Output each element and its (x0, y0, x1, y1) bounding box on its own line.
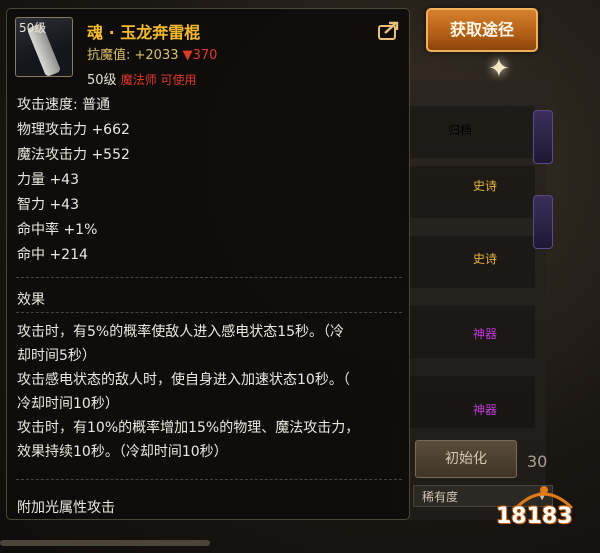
site-logo: 18183 (496, 480, 592, 540)
stat-line: 攻击速度: 普通 (17, 97, 111, 113)
item-name: 魂 · 玉龙奔雷棍 (87, 23, 201, 42)
background-item-slot[interactable] (533, 110, 553, 164)
divider (16, 312, 402, 313)
stat-line: 魔法攻击力 +552 (17, 147, 130, 163)
divider (16, 277, 402, 278)
background-tag: 神器 (473, 403, 498, 417)
resist-label: 抗魔值: +2033 (87, 48, 179, 63)
item-tooltip: 50级 魂 · 玉龙奔雷棍 抗魔值: +2033 ▼370 50级 魔法师 可使… (6, 8, 410, 520)
item-level-badge: 50级 (19, 21, 47, 35)
background-tag: 神器 (473, 327, 498, 341)
effect-text: 攻击时，有5%的概率使敌人进入感电状态15秒。（冷 却时间5秒） 攻击感电状态的… (17, 320, 397, 464)
sparkle-icon: ✦ (488, 54, 510, 84)
effect-line: 攻击时，有10%的概率增加15%的物理、魔法攻击力， (17, 420, 360, 436)
effect-line: 攻击时，有5%的概率使敌人进入感电状态15秒。（冷 (17, 324, 345, 340)
horizontal-scrollbar[interactable] (0, 540, 210, 546)
effect-line: 效果持续10秒。（冷却时间10秒） (17, 444, 228, 460)
effect-title: 效果 (17, 292, 45, 308)
logo-text: 18183 (496, 504, 573, 529)
background-item-slot[interactable] (533, 195, 553, 249)
effect-line: 冷却时间10秒） (17, 396, 119, 412)
stat-list: 攻击速度: 普通 物理攻击力 +662 魔法攻击力 +552 力量 +43 智力… (17, 93, 130, 268)
requirement: 50级 魔法师 可使用 (87, 69, 197, 88)
stat-line: 智力 +43 (17, 197, 79, 213)
stat-line: 力量 +43 (17, 172, 79, 188)
effect-line: 却时间5秒） (17, 348, 96, 364)
background-row (395, 165, 535, 218)
background-tag: 史诗 (473, 252, 498, 266)
stat-line: 命中 +214 (17, 247, 88, 263)
item-icon: 50级 (15, 17, 73, 77)
resist-down: ▼370 (182, 48, 218, 63)
level-requirement: 50级 (87, 73, 117, 88)
divider (16, 479, 402, 480)
stat-line: 物理攻击力 +662 (17, 122, 130, 138)
effect-line: 攻击感电状态的敌人时，使自身进入加速状态10秒。（ (17, 372, 350, 388)
acquire-source-button[interactable]: 获取途径 (426, 8, 538, 52)
resist-value: 抗魔值: +2033 ▼370 (87, 44, 217, 63)
background-row (395, 305, 535, 358)
background-number: 30 (527, 452, 548, 471)
background-row (395, 375, 535, 428)
background-row (395, 235, 535, 288)
extra-attribute: 附加光属性攻击 (17, 500, 115, 516)
class-requirement: 魔法师 可使用 (120, 73, 197, 87)
stat-line: 命中率 +1% (17, 222, 98, 238)
rarity-label: 稀有度 (422, 490, 459, 504)
share-icon[interactable] (377, 21, 399, 41)
background-tag: 归档 (448, 123, 473, 137)
initialize-button[interactable]: 初始化 (415, 440, 517, 478)
background-tag: 史诗 (473, 179, 498, 193)
